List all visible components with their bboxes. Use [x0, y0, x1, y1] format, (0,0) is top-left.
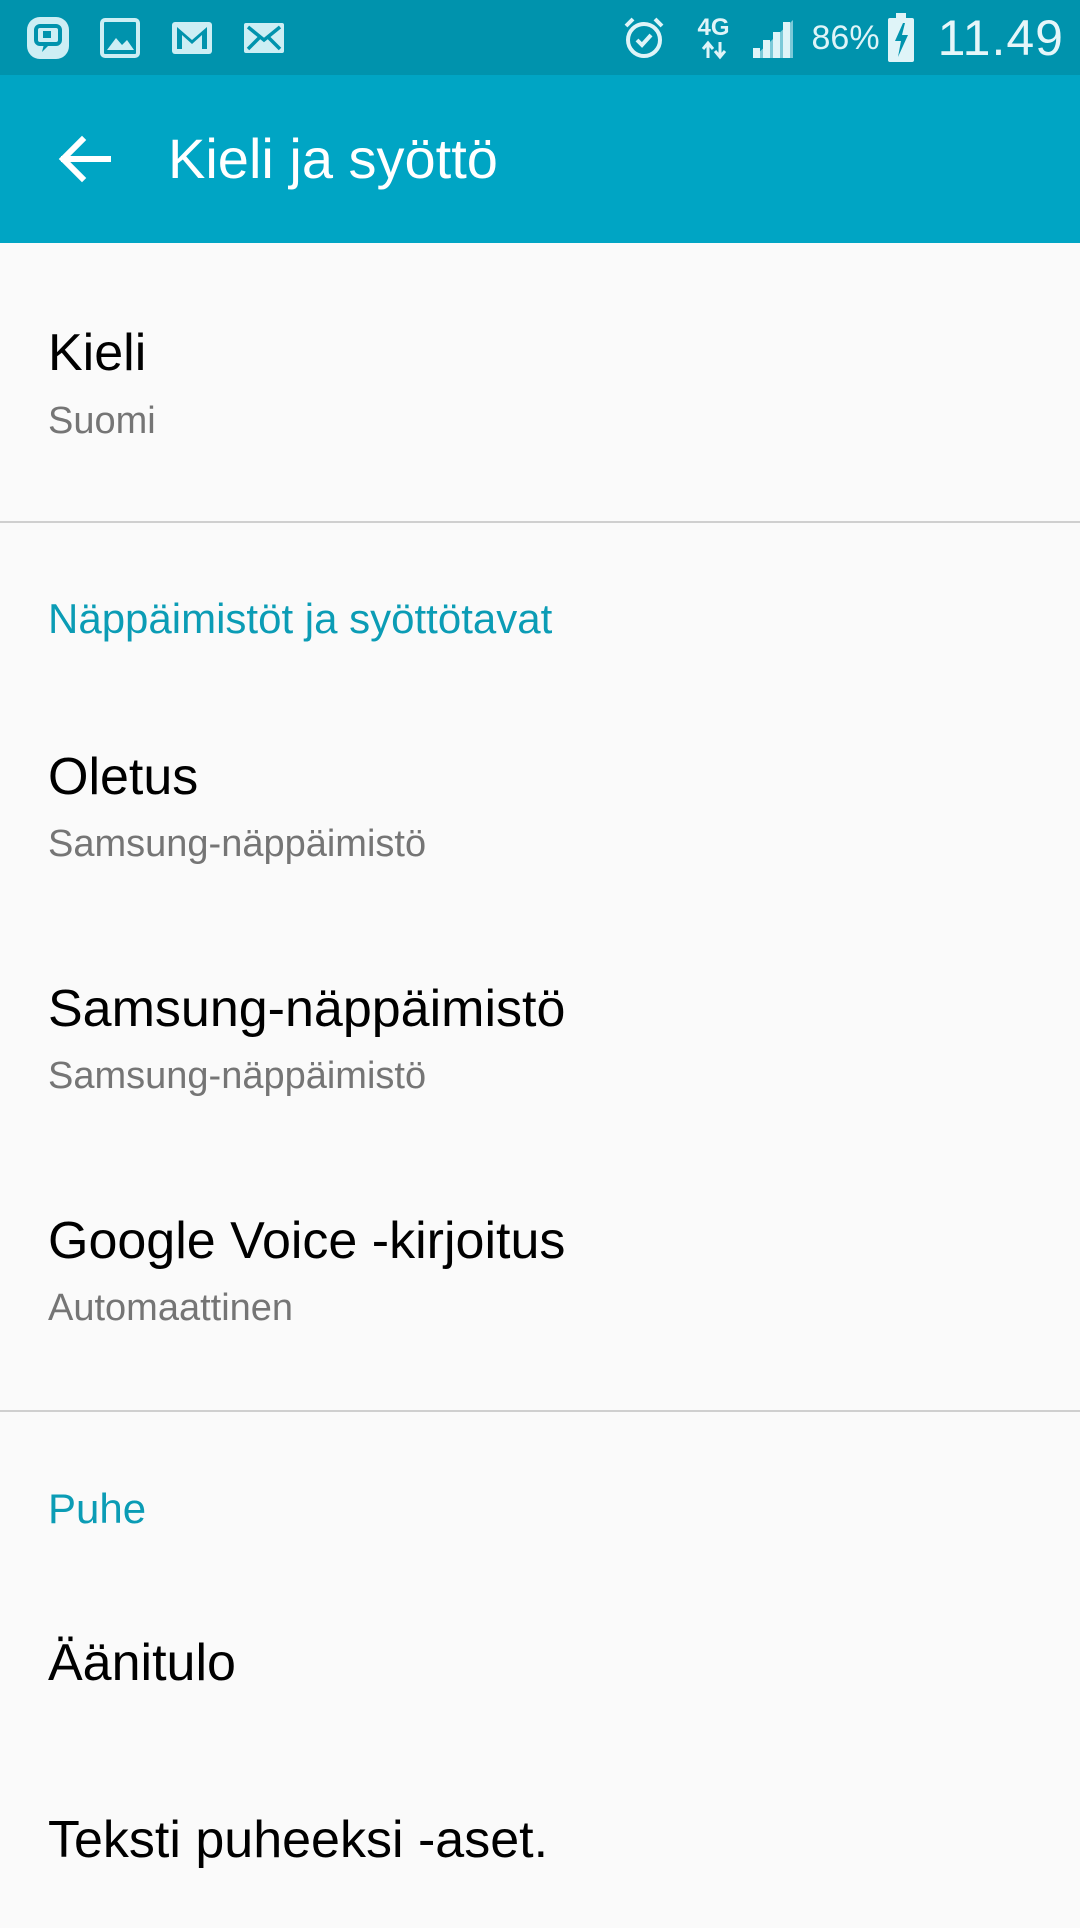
alarm-icon [616, 14, 672, 62]
page-title: Kieli ja syöttö [168, 127, 498, 190]
item-subtitle: Automaattinen [48, 1287, 294, 1329]
item-title: Äänitulo [48, 1634, 236, 1692]
item-title: Oletus [48, 748, 199, 806]
list-item-voice-input[interactable]: Äänitulo [0, 1603, 1080, 1773]
section-header-speech: Puhe [48, 1485, 147, 1532]
email-icon [238, 14, 290, 62]
gallery-icon [94, 14, 146, 62]
list-item-samsung-keyboard[interactable]: Samsung-näppäimistö Samsung-näppäimistö [0, 955, 1080, 1175]
network-label: 4G [697, 14, 730, 41]
item-title: Teksti puheeksi -aset. [48, 1811, 549, 1869]
list-item-default-keyboard[interactable]: Oletus Samsung-näppäimistö [0, 723, 1080, 943]
status-bar: 4G 86% 11.49 [0, 0, 1080, 75]
battery-percent: 86% [811, 18, 880, 57]
item-title: Google Voice -kirjoitus [48, 1212, 566, 1270]
divider [0, 1410, 1080, 1412]
section-header-keyboards: Näppäimistöt ja syöttötavat [48, 595, 553, 642]
list-item-text-to-speech[interactable]: Teksti puheeksi -aset. [0, 1778, 1080, 1928]
clock: 11.49 [937, 10, 1064, 66]
divider [0, 521, 1080, 523]
battery-charging-icon [884, 12, 918, 64]
language-item[interactable]: Kieli Suomi [0, 243, 1080, 521]
back-button[interactable] [50, 129, 118, 189]
network-type-icon: 4G [690, 16, 738, 60]
notification-icons [22, 14, 310, 62]
language-value: Suomi [48, 400, 156, 442]
messenger-icon [22, 14, 74, 62]
item-title: Samsung-näppäimistö [48, 980, 566, 1038]
arrow-left-icon [58, 135, 111, 183]
gmail-icon [166, 14, 218, 62]
language-title: Kieli [48, 324, 147, 382]
signal-icon [748, 16, 798, 60]
item-subtitle: Samsung-näppäimistö [48, 1055, 427, 1097]
item-subtitle: Samsung-näppäimistö [48, 823, 427, 865]
list-item-google-voice-typing[interactable]: Google Voice -kirjoitus Automaattinen [0, 1187, 1080, 1407]
status-indicators: 4G 86% 11.49 [616, 6, 1064, 70]
app-bar: Kieli ja syöttö [0, 75, 1080, 243]
